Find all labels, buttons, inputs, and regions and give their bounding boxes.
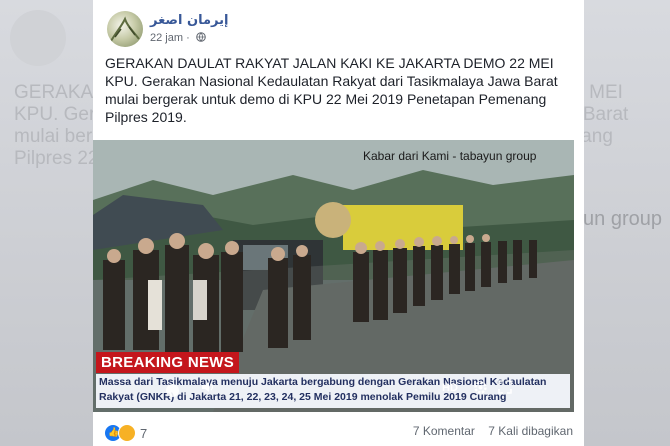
post-time[interactable]: 22 jam: [150, 32, 183, 44]
sad-reaction-icon: [118, 424, 136, 442]
author-avatar[interactable]: [107, 11, 143, 47]
post-card: إيرمان اصغر 22 jam · GERAKAN DAULAT RAKY…: [93, 0, 584, 446]
post-text: GERAKAN DAULAT RAKYAT JALAN KAKI KE JAKA…: [105, 55, 558, 125]
comments-count[interactable]: 7 Komentar: [413, 424, 475, 438]
quality-label[interactable]: HD: [442, 382, 458, 394]
shares-count[interactable]: 7 Kali dibagikan: [488, 424, 573, 438]
post-stats: 7 Komentar 7 Kali dibagikan: [413, 424, 573, 438]
globe-icon[interactable]: [196, 32, 206, 42]
reactions-summary[interactable]: 7: [105, 424, 147, 442]
fullscreen-icon[interactable]: [498, 380, 512, 397]
breaking-news-label: BREAKING NEWS: [96, 352, 240, 373]
video-watermark: Kabar dari Kami - tabayun group: [363, 149, 537, 163]
author-name[interactable]: إيرمان اصغر: [150, 13, 228, 28]
background-avatar: [10, 10, 66, 66]
reaction-count[interactable]: 7: [140, 426, 147, 441]
play-button[interactable]: [166, 384, 179, 397]
post-meta: 22 jam ·: [150, 32, 206, 44]
video-player[interactable]: Kabar dari Kami - tabayun group BREAKING…: [93, 140, 574, 412]
settings-icon[interactable]: [473, 380, 488, 398]
volume-icon[interactable]: [201, 380, 215, 397]
